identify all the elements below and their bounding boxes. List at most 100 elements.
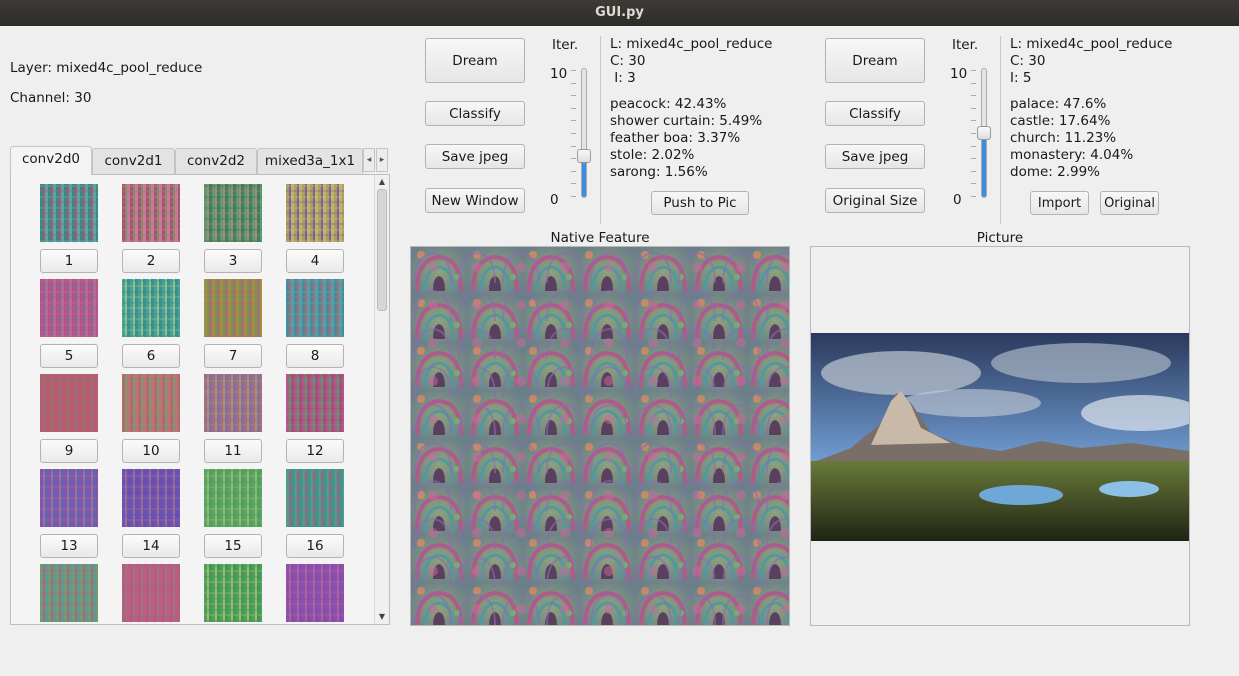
slider-tick	[571, 120, 576, 121]
channel-button[interactable]: 3	[204, 249, 262, 273]
channel-button[interactable]: 7	[204, 344, 262, 368]
channel-thumbnail[interactable]	[40, 184, 98, 242]
scroll-down-icon[interactable]: ▼	[375, 611, 389, 623]
channel-thumbnail[interactable]	[40, 279, 98, 337]
channel-thumbnail[interactable]	[40, 374, 98, 432]
import-button[interactable]: Import	[1030, 191, 1089, 215]
scroll-up-icon[interactable]: ▲	[375, 176, 389, 188]
channel-thumbnail[interactable]	[204, 279, 262, 337]
picture-slider-handle[interactable]	[977, 126, 991, 140]
tab-scroll-left-icon[interactable]: ◂	[363, 148, 375, 172]
native-iter-slider[interactable]	[581, 68, 587, 198]
channel-thumbnail[interactable]	[122, 469, 180, 527]
native-separator	[600, 36, 601, 224]
picture-slider-fill	[982, 134, 986, 197]
channel-button[interactable]: 9	[40, 439, 98, 463]
slider-tick	[571, 108, 576, 109]
channel-button[interactable]: 14	[122, 534, 180, 558]
thumbnail-stripes	[286, 374, 344, 432]
channel-button[interactable]: 5	[40, 344, 98, 368]
original-button[interactable]: Original	[1100, 191, 1159, 215]
channel-thumbnail[interactable]	[122, 564, 180, 622]
channel-thumbnail[interactable]	[286, 184, 344, 242]
push-to-pic-button[interactable]: Push to Pic	[651, 191, 749, 215]
native-slider-fill	[582, 159, 586, 197]
slider-tick	[571, 70, 576, 71]
layer-tab-bar: conv2d0 conv2d1 conv2d2 mixed3a_1x1 ◂ ▸	[10, 146, 390, 175]
tab-label: conv2d1	[104, 153, 163, 169]
channel-button[interactable]: 10	[122, 439, 180, 463]
tab-conv2d0[interactable]: conv2d0	[10, 146, 92, 175]
slider-tick	[971, 146, 976, 147]
channel-label: Channel: 30	[10, 90, 92, 106]
picture-info-iter: I: 5	[1010, 70, 1032, 86]
tab-scroll-right-icon[interactable]: ▸	[376, 148, 388, 172]
channel-button[interactable]: 15	[204, 534, 262, 558]
native-dream-button[interactable]: Dream	[425, 38, 525, 83]
channel-thumbnail[interactable]	[40, 564, 98, 622]
native-prediction: peacock: 42.43%	[610, 96, 727, 112]
tab-mixed3a-1x1[interactable]: mixed3a_1x1	[257, 148, 363, 174]
native-classify-button[interactable]: Classify	[425, 101, 525, 126]
native-prediction: sarong: 1.56%	[610, 164, 708, 180]
channel-button[interactable]: 8	[286, 344, 344, 368]
native-prediction: feather boa: 3.37%	[610, 130, 741, 146]
channel-grid: 1 2 3 4 5 6 7 8 9 10 11 12 13 14 15 16	[11, 175, 375, 624]
tab-conv2d1[interactable]: conv2d1	[92, 148, 175, 174]
channel-thumbnail[interactable]	[204, 374, 262, 432]
channel-thumbnail[interactable]	[286, 279, 344, 337]
channel-thumbnail[interactable]	[122, 184, 180, 242]
channel-thumbnail[interactable]	[204, 564, 262, 622]
picture-info-layer: L: mixed4c_pool_reduce	[1010, 36, 1173, 52]
channel-button[interactable]: 1	[40, 249, 98, 273]
original-size-button[interactable]: Original Size	[825, 188, 925, 213]
tab-conv2d2[interactable]: conv2d2	[175, 148, 257, 174]
picture-classify-button[interactable]: Classify	[825, 101, 925, 126]
channel-thumbnail[interactable]	[122, 374, 180, 432]
picture-dream-button[interactable]: Dream	[825, 38, 925, 83]
channel-thumbnail[interactable]	[122, 279, 180, 337]
channel-thumbnail[interactable]	[204, 184, 262, 242]
native-slider-handle[interactable]	[577, 149, 591, 163]
channel-button[interactable]: 6	[122, 344, 180, 368]
picture-predictions: palace: 47.6% castle: 17.64% church: 11.…	[1010, 96, 1133, 181]
native-info-block: L: mixed4c_pool_reduce C: 30 I: 3	[610, 36, 772, 87]
channel-thumbnail[interactable]	[286, 469, 344, 527]
channel-thumbnail[interactable]	[286, 564, 344, 622]
channel-thumbnail[interactable]	[286, 374, 344, 432]
channel-button[interactable]: 4	[286, 249, 344, 273]
landscape-image	[811, 333, 1189, 541]
picture-iter-max: 10	[950, 66, 968, 82]
native-save-jpeg-button[interactable]: Save jpeg	[425, 144, 525, 169]
slider-tick	[571, 171, 576, 172]
window-title: GUI.py	[595, 5, 644, 20]
channel-thumbnail[interactable]	[204, 469, 262, 527]
thumbnail-stripes	[122, 184, 180, 242]
picture-title: Picture	[976, 230, 1024, 246]
channel-button[interactable]: 12	[286, 439, 344, 463]
slider-tick	[971, 108, 976, 109]
slider-tick	[971, 120, 976, 121]
thumbnail-stripes	[122, 564, 180, 622]
native-new-window-button[interactable]: New Window	[425, 188, 525, 213]
scroll-thumb[interactable]	[377, 189, 387, 311]
slider-tick	[571, 183, 576, 184]
picture-save-jpeg-button[interactable]: Save jpeg	[825, 144, 925, 169]
thumbnail-stripes	[122, 374, 180, 432]
channel-button[interactable]: 2	[122, 249, 180, 273]
native-prediction: shower curtain: 5.49%	[610, 113, 763, 129]
slider-tick	[971, 196, 976, 197]
grid-scrollbar[interactable]: ▲ ▼	[374, 175, 389, 624]
channel-button[interactable]: 11	[204, 439, 262, 463]
slider-tick	[971, 83, 976, 84]
thumbnail-stripes	[40, 184, 98, 242]
channel-thumbnail[interactable]	[40, 469, 98, 527]
slider-tick	[971, 183, 976, 184]
layer-label: Layer: mixed4c_pool_reduce	[10, 60, 203, 76]
channel-button[interactable]: 13	[40, 534, 98, 558]
dream-pattern-image	[411, 247, 789, 625]
tab-label: conv2d0	[22, 151, 80, 167]
picture-separator	[1000, 36, 1001, 224]
thumbnail-stripes	[204, 184, 262, 242]
channel-button[interactable]: 16	[286, 534, 344, 558]
